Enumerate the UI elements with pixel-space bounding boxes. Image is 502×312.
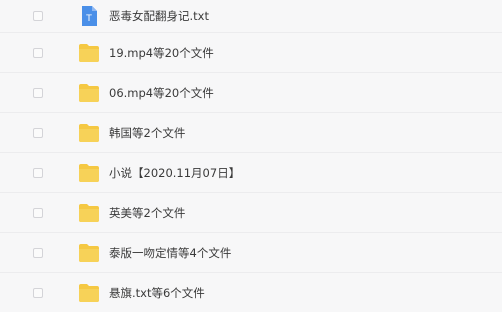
folder-icon [78,243,100,263]
folder-name[interactable]: 英美等2个文件 [109,205,185,221]
list-item[interactable]: 泰版一吻定情等4个文件 [0,233,502,273]
folder-icon [78,203,100,223]
list-item[interactable]: 小说【2020.11月07日】 [0,153,502,193]
folder-icon [78,43,100,63]
row-checkbox[interactable] [33,247,43,258]
folder-name[interactable]: 06.mp4等20个文件 [109,85,214,101]
row-checkbox[interactable] [33,87,43,98]
folder-icon [78,123,100,143]
folder-name[interactable]: 韩国等2个文件 [109,125,185,141]
file-list: T 恶毒女配翻身记.txt 19.mp4等20个文件 06.mp4等20个文件 [0,0,502,302]
svg-text:T: T [85,14,92,24]
folder-icon [78,283,100,303]
list-item[interactable]: 06.mp4等20个文件 [0,73,502,113]
row-checkbox[interactable] [33,207,43,218]
folder-name[interactable]: 泰版一吻定情等4个文件 [109,245,231,261]
folder-name[interactable]: 19.mp4等20个文件 [109,45,214,61]
file-name[interactable]: 恶毒女配翻身记.txt [109,8,209,24]
folder-name[interactable]: 悬旗.txt等6个文件 [109,285,205,301]
row-checkbox[interactable] [33,11,43,21]
row-checkbox[interactable] [33,287,43,298]
folder-icon [78,83,100,103]
list-item[interactable]: 悬旗.txt等6个文件 [0,273,502,312]
list-item[interactable]: 韩国等2个文件 [0,113,502,153]
row-checkbox[interactable] [33,167,43,178]
text-file-icon: T [78,5,100,26]
row-checkbox[interactable] [33,47,43,58]
folder-icon [78,163,100,183]
list-item[interactable]: T 恶毒女配翻身记.txt [0,0,502,33]
list-item[interactable]: 英美等2个文件 [0,193,502,233]
row-checkbox[interactable] [33,127,43,138]
folder-name[interactable]: 小说【2020.11月07日】 [109,165,240,181]
list-item[interactable]: 19.mp4等20个文件 [0,33,502,73]
